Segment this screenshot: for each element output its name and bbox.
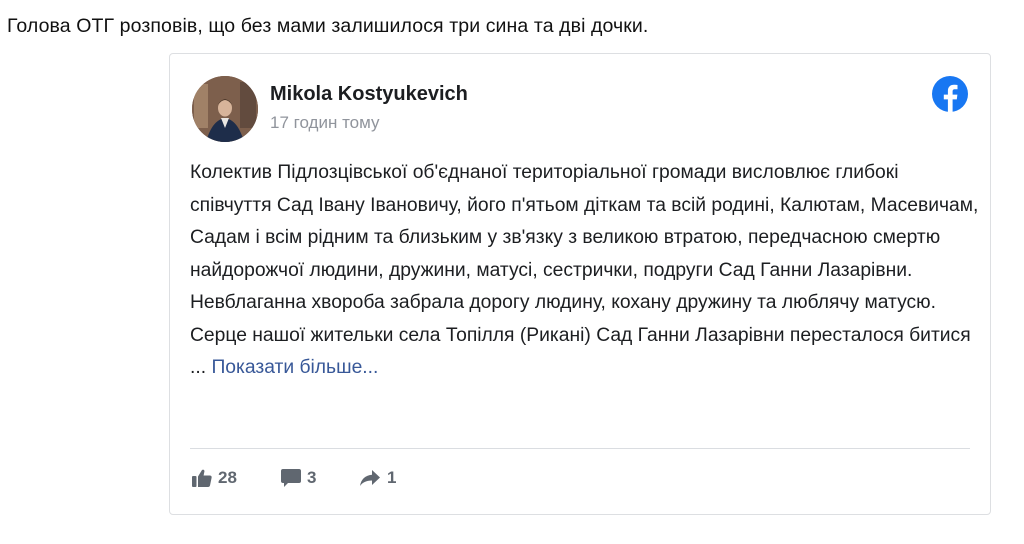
show-more-link[interactable]: Показати більше... [211,357,378,378]
comment-count: 3 [307,468,317,487]
post-author-name[interactable]: Mikola Kostyukevich [270,83,468,106]
share-count: 1 [387,468,397,487]
facebook-icon[interactable] [932,76,968,112]
like-action[interactable]: 28 [192,468,237,488]
comment-action[interactable]: 3 [281,468,316,488]
divider [190,448,970,449]
post-body: Колектив Підлозцівської об'єднаної терит… [190,157,980,385]
post-timestamp[interactable]: 17 годин тому [270,113,380,133]
share-arrow-icon [360,470,380,486]
post-text: Колектив Підлозцівської об'єднаної терит… [190,162,979,378]
thumbs-up-icon [192,469,212,487]
author-avatar[interactable] [192,76,258,142]
comment-icon [281,469,301,487]
share-action[interactable]: 1 [359,468,396,488]
facebook-post-embed: Mikola Kostyukevich 17 годин тому Колект… [169,53,991,515]
like-count: 28 [218,468,237,487]
article-lead-text: Голова ОТГ розповів, що без мами залишил… [7,15,649,37]
